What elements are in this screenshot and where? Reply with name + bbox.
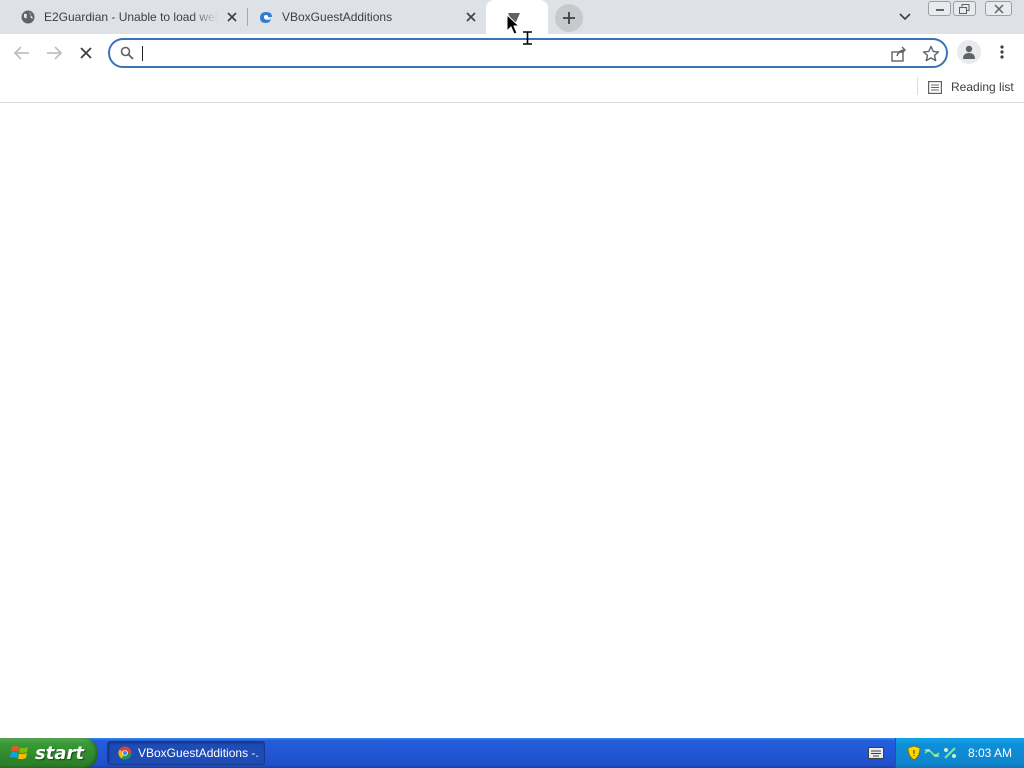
close-icon [993,3,1004,14]
mouse-cursor-icon [506,14,532,45]
person-icon [963,45,975,59]
stop-loading-button[interactable] [72,39,100,67]
reading-list-button[interactable]: Reading list [928,77,1014,97]
security-shield-icon[interactable]: ! [906,745,922,761]
chrome-icon [118,746,132,760]
tab-e2guardian[interactable]: E2Guardian - Unable to load website [8,0,246,34]
system-tray: ! 8:03 AM [895,738,1024,768]
clock[interactable]: 8:03 AM [968,746,1012,760]
profile-button[interactable] [957,40,981,64]
new-tab-button[interactable] [555,4,583,32]
bookmark-star-icon[interactable] [922,45,940,63]
back-button[interactable] [8,39,36,67]
bookmarks-bar: Reading list [0,71,1024,103]
plus-icon [563,12,575,24]
close-tab-icon[interactable] [224,9,240,25]
edge-icon [258,9,274,25]
reading-list-label: Reading list [951,80,1014,94]
minimize-button[interactable] [928,1,951,16]
menu-button[interactable] [994,42,1010,62]
taskbar-item-label: VBoxGuestAdditions -... [138,746,258,760]
tab-title: VBoxGuestAdditions [282,10,393,24]
close-window-button[interactable] [985,1,1012,16]
start-button[interactable]: start [0,738,98,768]
safely-remove-hardware-icon[interactable] [942,745,958,761]
keyboard-icon[interactable] [868,747,884,759]
page-content [0,104,1024,738]
bookmarks-separator [917,77,918,95]
share-icon[interactable] [890,45,908,63]
svg-text:!: ! [912,749,915,758]
stop-icon [80,47,92,59]
restore-icon [959,3,970,14]
reading-list-icon [928,80,942,94]
forward-button[interactable] [40,39,68,67]
globe-icon [20,9,36,25]
address-input[interactable] [140,43,880,63]
start-label: start [35,742,84,764]
arrow-left-icon [14,46,29,60]
tab-vboxguestadditions[interactable]: VBoxGuestAdditions [248,0,486,34]
arrow-right-icon [47,46,62,60]
restore-button[interactable] [953,1,976,16]
network-icon[interactable] [924,745,940,761]
tab-search-button[interactable] [895,8,915,26]
close-tab-icon[interactable] [463,9,479,25]
text-caret [142,46,143,61]
minimize-icon [935,8,944,11]
tab-title: E2Guardian - Unable to load website [44,10,218,24]
windows-logo-icon [10,746,28,760]
taskbar-item-chrome[interactable]: VBoxGuestAdditions -... [107,741,265,765]
search-icon [120,46,134,60]
more-vert-icon [1000,45,1004,59]
chevron-down-icon [899,13,911,21]
taskbar: start VBoxGuestAdditions -... ! 8:03 AM [0,738,1024,768]
